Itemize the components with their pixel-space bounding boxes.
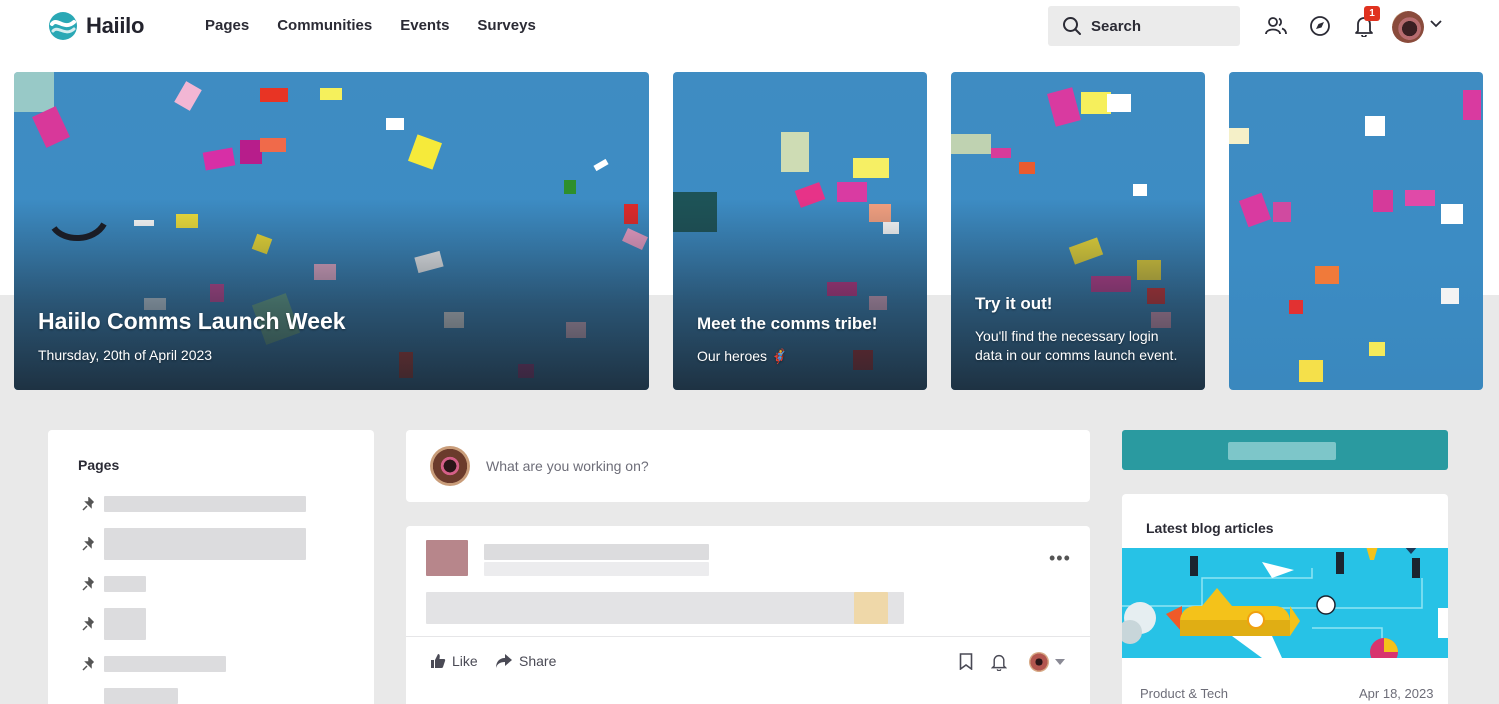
- page-link-redacted[interactable]: [104, 608, 146, 640]
- hero-title-launch-week: Haiilo Comms Launch Week: [38, 308, 346, 334]
- hero-subtitle-date: Thursday, 20th of April 2023: [38, 347, 213, 363]
- pin-icon: [82, 657, 95, 671]
- bell-icon[interactable]: [991, 653, 1007, 671]
- button-label-redacted: [1228, 442, 1336, 460]
- app-logo[interactable]: Haiilo: [48, 11, 144, 41]
- nav-communities[interactable]: Communities: [277, 17, 372, 34]
- bookmark-icon[interactable]: [959, 653, 973, 670]
- primary-action-button[interactable]: [1122, 430, 1448, 470]
- blog-article-date: Apr 18, 2023: [1359, 686, 1434, 701]
- hero-title-comms-tribe: Meet the comms tribe!: [697, 314, 878, 333]
- pin-icon: [82, 537, 95, 551]
- blog-article-image[interactable]: [1122, 548, 1448, 658]
- like-label: Like: [452, 653, 478, 669]
- hero-subtitle-login-1: You'll find the necessary login: [975, 328, 1159, 344]
- page-link-redacted[interactable]: [104, 576, 146, 592]
- hero-subtitle-login-2: data in our comms launch event.: [975, 347, 1178, 363]
- nav-events[interactable]: Events: [400, 17, 449, 34]
- post-meta-redacted: [484, 562, 709, 576]
- hero-tile-confetti[interactable]: [1229, 72, 1483, 390]
- blog-articles-widget: Latest blog articles Product & Tech Apr …: [1122, 494, 1448, 704]
- thumbs-up-icon: [431, 654, 446, 668]
- page-link-redacted[interactable]: [104, 496, 306, 512]
- notification-count-badge: 1: [1364, 6, 1380, 21]
- hero-tile-comms-tribe[interactable]: Meet the comms tribe! Our heroes 🦸: [673, 72, 927, 390]
- search-icon: [1063, 17, 1081, 35]
- pages-widget: Pages: [48, 430, 374, 704]
- composer-placeholder[interactable]: What are you working on?: [486, 458, 649, 474]
- emoji-redacted: [854, 592, 888, 624]
- share-icon: [496, 654, 512, 668]
- caret-down-icon[interactable]: [1055, 659, 1065, 665]
- search-label: Search: [1091, 17, 1142, 35]
- main-nav: Pages Communities Events Surveys: [205, 17, 536, 34]
- confetti-image: [1229, 90, 1481, 382]
- page-link-redacted[interactable]: [104, 528, 306, 560]
- launchpad-button[interactable]: [1308, 14, 1332, 38]
- post-composer[interactable]: What are you working on?: [406, 430, 1090, 502]
- nav-pages[interactable]: Pages: [205, 17, 249, 34]
- user-avatar[interactable]: [1392, 11, 1424, 43]
- haiilo-logo-icon: [49, 12, 77, 40]
- page-link-redacted[interactable]: [104, 656, 226, 672]
- app-name: Haiilo: [86, 13, 145, 38]
- colleagues-button[interactable]: [1264, 14, 1288, 38]
- pin-icon: [82, 577, 95, 591]
- more-options-icon[interactable]: •••: [1049, 548, 1071, 569]
- post-action-bar: Like Share: [406, 636, 1090, 686]
- user-avatar: [430, 446, 470, 486]
- hero-subtitle-heroes: Our heroes 🦸: [697, 348, 789, 364]
- pages-widget-title: Pages: [78, 457, 120, 473]
- timeline-post: ••• Like Share: [406, 526, 1090, 704]
- author-avatar[interactable]: [426, 540, 468, 576]
- people-icon: [1265, 17, 1287, 35]
- blog-widget-title: Latest blog articles: [1146, 520, 1274, 536]
- top-navigation-bar: Haiilo Pages Communities Events Surveys …: [0, 0, 1499, 52]
- blog-article-category[interactable]: Product & Tech: [1140, 686, 1228, 701]
- share-button[interactable]: Share: [495, 653, 556, 669]
- hero-tile-try-it-out[interactable]: Try it out! You'll find the necessary lo…: [951, 72, 1205, 390]
- nav-surveys[interactable]: Surveys: [477, 17, 535, 34]
- post-body-redacted: [426, 592, 904, 624]
- page-link-redacted[interactable]: [104, 688, 178, 704]
- chevron-down-icon[interactable]: [1430, 20, 1442, 28]
- hero-tile-launch-week[interactable]: Haiilo Comms Launch Week Thursday, 20th …: [14, 72, 649, 390]
- pin-icon: [82, 617, 95, 631]
- compass-icon: [1310, 16, 1330, 36]
- pin-icon: [82, 497, 95, 511]
- search-button[interactable]: Search: [1048, 6, 1240, 46]
- author-name-redacted[interactable]: [484, 544, 709, 560]
- hero-title-try-it-out: Try it out!: [975, 294, 1053, 313]
- like-button[interactable]: Like: [430, 653, 478, 669]
- post-as-avatar[interactable]: [1029, 652, 1049, 672]
- share-label: Share: [519, 653, 557, 669]
